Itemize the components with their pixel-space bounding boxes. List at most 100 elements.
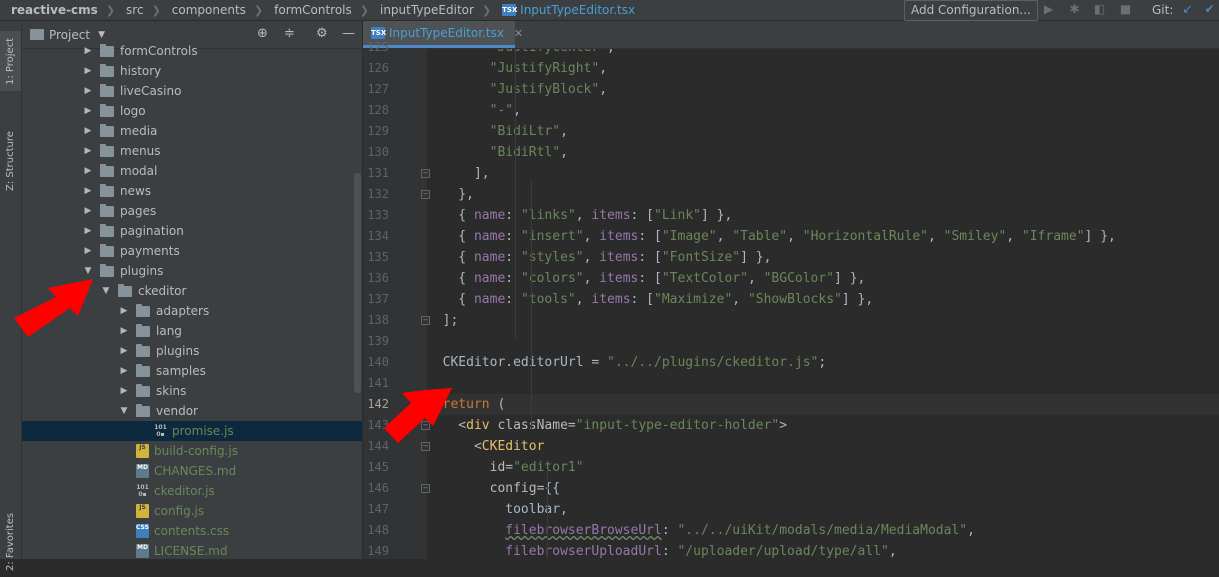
chevron-right-icon[interactable]: ▶ [82,146,94,156]
chevron-right-icon[interactable]: ▶ [82,246,94,256]
tree-folder[interactable]: ▶ liveCasino [22,81,362,101]
locate-file-icon[interactable]: ⊕ [257,27,268,41]
coverage-icon[interactable]: ◧ [1093,3,1106,16]
add-configuration-button[interactable]: Add Configuration... [904,0,1038,21]
code-line[interactable]: "-", [427,100,1219,121]
breadcrumb-formcontrols[interactable]: formControls ❯ [263,0,369,20]
chevron-down-icon[interactable]: ▼ [118,406,130,416]
code-line[interactable]: "JustifyBlock", [427,79,1219,100]
tree-file[interactable]: 101 0▪ promise.js [22,421,362,441]
folder-icon [100,243,114,257]
tree-folder[interactable]: ▶ payments [22,241,362,261]
code-line[interactable] [427,373,1219,394]
git-update-icon[interactable]: ↙ [1181,3,1194,16]
code-line[interactable]: ], [427,163,1219,184]
code-line[interactable]: { name: "colors", items: ["TextColor", "… [427,268,1219,289]
code-area[interactable]: "JustifyCenter", "JustifyRight", "Justif… [427,49,1219,559]
code-line[interactable]: { name: "tools", items: ["Maximize", "Sh… [427,289,1219,310]
code-line[interactable]: <div className="input-type-editor-holder… [427,415,1219,436]
code-line[interactable]: filebrowserUploadUrl: "/uploader/upload/… [427,541,1219,559]
tree-folder[interactable]: ▶ skins [22,381,362,401]
tree-folder[interactable]: ▶ lang [22,321,362,341]
project-view-selector[interactable]: Project [49,28,90,42]
tree-file[interactable]: CSS contents.css [22,521,362,541]
chevron-right-icon[interactable]: ▶ [82,126,94,136]
breadcrumb-project[interactable]: reactive-cms ❯ [0,0,115,20]
tree-file[interactable]: 101 0▪ ckeditor.js [22,481,362,501]
tree-folder[interactable]: ▶ history [22,61,362,81]
chevron-down-icon[interactable]: ▼ [98,30,105,40]
breadcrumb-components[interactable]: components ❯ [161,0,263,20]
code-token: "Table" [732,229,788,244]
code-line[interactable]: filebrowserBrowseUrl: "../../uiKit/modal… [427,520,1219,541]
tree-folder[interactable]: ▶ plugins [22,341,362,361]
code-line[interactable]: { name: "styles", items: ["FontSize"] }, [427,247,1219,268]
code-line[interactable]: id="editor1" [427,457,1219,478]
git-commit-icon[interactable]: ✔ [1203,3,1216,16]
chevron-right-icon[interactable]: ▶ [118,326,130,336]
code-line[interactable]: CKEditor.editorUrl = "../../plugins/cked… [427,352,1219,373]
breadcrumb-file[interactable]: TSX InputTypeEditor.tsx [491,0,635,20]
code-line[interactable]: "JustifyCenter", [427,49,1219,58]
tree-folder[interactable]: ▶ pages [22,201,362,221]
folder-icon [100,63,114,77]
run-icon[interactable]: ▶ [1042,3,1055,16]
tree-folder[interactable]: ▼ ckeditor [22,281,362,301]
collapse-all-icon[interactable]: ≑ [284,27,295,41]
project-tool-tab[interactable]: 1: Project [0,31,21,91]
chevron-right-icon[interactable]: ▶ [118,366,130,376]
favorites-tool-tab[interactable]: 2: Favorites [0,507,21,577]
close-icon[interactable]: ✕ [514,27,523,40]
tree-folder[interactable]: ▼ vendor [22,401,362,421]
hide-panel-icon[interactable]: — [342,27,355,41]
code-line[interactable] [427,331,1219,352]
tree-folder[interactable]: ▶ menus [22,141,362,161]
tree-file[interactable]: MD LICENSE.md [22,541,362,559]
code-line[interactable]: "BidiLtr", [427,121,1219,142]
code-line[interactable]: { name: "insert", items: ["Image", "Tabl… [427,226,1219,247]
chevron-right-icon[interactable]: ▶ [118,346,130,356]
code-line[interactable]: toolbar, [427,499,1219,520]
stop-icon[interactable]: ■ [1119,3,1132,16]
chevron-right-icon[interactable]: ▶ [82,166,94,176]
code-line[interactable]: { name: "links", items: ["Link"] }, [427,205,1219,226]
chevron-right-icon[interactable]: ▶ [118,386,130,396]
chevron-right-icon[interactable]: ▶ [82,86,94,96]
tree-folder[interactable]: ▶ logo [22,101,362,121]
tree-folder[interactable]: ▶ samples [22,361,362,381]
gear-icon[interactable]: ⚙ [316,27,328,41]
breadcrumb-inputtypeeditor[interactable]: inputTypeEditor ❯ [369,0,491,20]
chevron-right-icon[interactable]: ▶ [82,206,94,216]
line-number: 128 [367,103,389,117]
tree-folder[interactable]: ▶ formControls [22,41,362,61]
code-line[interactable]: config={{ [427,478,1219,499]
breadcrumb-src[interactable]: src ❯ [115,0,161,20]
chevron-down-icon[interactable]: ▼ [82,266,94,276]
chevron-right-icon[interactable]: ▶ [82,46,94,56]
code-line[interactable]: }, [427,184,1219,205]
structure-tool-tab[interactable]: Z: Structure [0,121,21,201]
code-line[interactable]: "JustifyRight", [427,58,1219,79]
tree-folder[interactable]: ▶ news [22,181,362,201]
tree-folder[interactable]: ▶ adapters [22,301,362,321]
code-line[interactable]: <CKEditor [427,436,1219,457]
code-token: ( [489,397,506,412]
tree-folder[interactable]: ▼ plugins [22,261,362,281]
chevron-right-icon[interactable]: ▶ [82,66,94,76]
tree-file[interactable]: JS build-config.js [22,441,362,461]
chevron-right-icon[interactable]: ▶ [118,306,130,316]
code-line[interactable]: return ( [427,394,1219,415]
code-line[interactable]: ]; [427,310,1219,331]
chevron-right-icon[interactable]: ▶ [82,106,94,116]
tree-file[interactable]: MD CHANGES.md [22,461,362,481]
tree-folder[interactable]: ▶ modal [22,161,362,181]
chevron-down-icon[interactable]: ▼ [100,286,112,296]
code-line[interactable]: "BidiRtl", [427,142,1219,163]
chevron-right-icon[interactable]: ▶ [82,186,94,196]
tree-folder[interactable]: ▶ pagination [22,221,362,241]
tree-file[interactable]: JS config.js [22,501,362,521]
debug-icon[interactable]: ✱ [1068,3,1081,16]
tree-folder[interactable]: ▶ media [22,121,362,141]
chevron-right-icon[interactable]: ▶ [82,226,94,236]
tree-scrollbar[interactable] [354,173,361,393]
